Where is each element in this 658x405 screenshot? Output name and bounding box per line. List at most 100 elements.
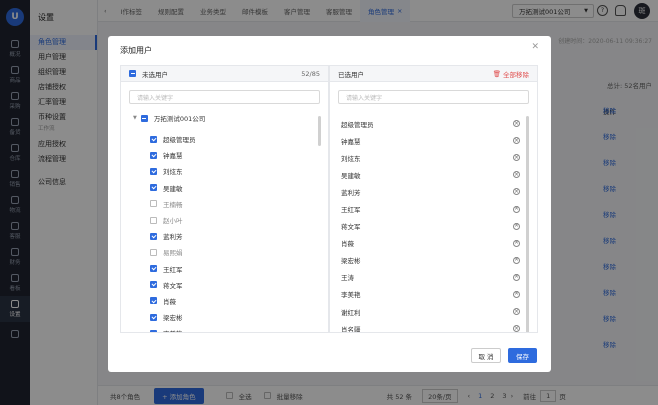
close-icon[interactable]: ✕	[531, 42, 539, 52]
unselected-user-row[interactable]: 王楠畅	[121, 196, 321, 212]
unselected-user-row[interactable]: 梁宏彬	[121, 309, 321, 325]
add-user-dialog: 添加用户 ✕ 未选用户 52/85 请输入关键字 ▼ 万拓测试001公司 超级管…	[108, 36, 551, 372]
company-checkbox[interactable]	[140, 114, 148, 122]
user-checkbox[interactable]	[150, 184, 157, 192]
user-name: 赵小叶	[163, 217, 183, 226]
selected-users-panel: 已选用户 🗑 全部移除 请输入关键字 超级管理员 × 钟嘉慧 × 刘炫东 × 吴建敏 × 蓝利芳…	[329, 65, 538, 333]
remove-user-icon[interactable]: ×	[513, 154, 520, 162]
user-name: 梁宏彬	[341, 257, 361, 266]
unselected-user-row[interactable]: 钟嘉慧	[121, 147, 321, 163]
save-button[interactable]: 保存	[508, 348, 537, 363]
user-name: 王楠畅	[163, 200, 183, 209]
left-search-input[interactable]: 请输入关键字	[129, 90, 320, 104]
user-name: 李美艳	[163, 328, 183, 332]
selected-user-row: 肖名疆 ×	[330, 320, 530, 333]
user-name: 肖薇	[341, 240, 354, 249]
unselected-user-row[interactable]: 易熙娟	[121, 244, 321, 260]
selected-user-row: 刘炫东 ×	[330, 149, 530, 166]
user-name: 蒋文军	[341, 223, 361, 232]
unselected-panel-header: 未选用户 52/85	[121, 66, 328, 82]
user-checkbox[interactable]	[150, 281, 157, 289]
remove-user-icon[interactable]: ×	[513, 290, 520, 298]
unselected-user-row[interactable]: 赵小叶	[121, 212, 321, 228]
unselected-user-row[interactable]: 吴建敏	[121, 180, 321, 196]
remove-user-icon[interactable]: ×	[513, 273, 520, 281]
company-label: 万拓测试001公司	[153, 115, 206, 123]
unselected-user-row[interactable]: 刘炫东	[121, 163, 321, 179]
selected-user-row: 肖薇 ×	[330, 235, 530, 252]
caret-down-icon[interactable]: ▼	[133, 115, 137, 121]
user-name: 谢红利	[341, 308, 361, 317]
selected-user-row: 王涛 ×	[330, 269, 530, 286]
user-name: 梁宏彬	[163, 314, 183, 323]
remove-user-icon[interactable]: ×	[513, 222, 520, 230]
left-scrollbar[interactable]	[318, 116, 321, 146]
user-name: 钟嘉慧	[341, 137, 361, 146]
right-scrollbar[interactable]	[526, 116, 529, 332]
selected-title: 已选用户	[338, 70, 364, 79]
user-checkbox[interactable]	[150, 265, 157, 273]
clear-all-label: 全部移除	[503, 70, 529, 79]
user-checkbox[interactable]	[150, 135, 157, 143]
unselected-title: 未选用户	[142, 70, 168, 79]
selected-panel-header: 已选用户 🗑 全部移除	[330, 66, 537, 82]
selected-user-row: 蓝利芳 ×	[330, 183, 530, 200]
trash-icon: 🗑	[492, 69, 501, 78]
user-name: 肖名疆	[341, 325, 361, 333]
remove-user-icon[interactable]: ×	[513, 188, 520, 196]
selected-user-row: 钟嘉慧 ×	[330, 132, 530, 149]
unselected-user-row[interactable]: 肖薇	[121, 293, 321, 309]
user-name: 吴建敏	[341, 171, 361, 180]
remove-user-icon[interactable]: ×	[513, 137, 520, 145]
remove-user-icon[interactable]: ×	[513, 239, 520, 247]
user-checkbox[interactable]	[150, 151, 157, 159]
selected-user-row: 谢红利 ×	[330, 303, 530, 320]
remove-user-icon[interactable]: ×	[513, 256, 520, 264]
remove-user-icon[interactable]: ×	[513, 171, 520, 179]
user-checkbox[interactable]	[150, 329, 157, 332]
unselected-user-row[interactable]: 李美艳	[121, 325, 321, 332]
user-checkbox[interactable]	[150, 313, 157, 321]
user-name: 王红军	[341, 206, 361, 215]
user-name: 刘炫东	[341, 154, 361, 163]
user-checkbox[interactable]	[150, 167, 157, 175]
user-name: 钟嘉慧	[163, 152, 183, 161]
selected-count: 52/85	[301, 69, 320, 78]
user-name: 王红军	[163, 265, 183, 274]
right-search-input[interactable]: 请输入关键字	[338, 90, 529, 104]
clear-all-button[interactable]: 🗑 全部移除	[493, 69, 529, 79]
user-name: 吴建敏	[163, 184, 183, 193]
user-name: 刘炫东	[163, 168, 183, 177]
select-all-unselected-checkbox[interactable]	[129, 70, 136, 77]
selected-user-row: 李美艳 ×	[330, 286, 530, 303]
user-name: 王涛	[341, 274, 354, 283]
user-checkbox[interactable]	[150, 216, 157, 224]
unselected-user-row[interactable]: 超级管理员	[121, 131, 321, 147]
user-checkbox[interactable]	[150, 297, 157, 305]
tree-root-company[interactable]: ▼ 万拓测试001公司	[121, 110, 328, 126]
user-name: 易熙娟	[163, 249, 183, 258]
user-checkbox[interactable]	[150, 248, 157, 256]
user-name: 蓝利芳	[341, 188, 361, 197]
selected-user-row: 超级管理员 ×	[330, 115, 530, 132]
remove-user-icon[interactable]: ×	[513, 325, 520, 332]
remove-user-icon[interactable]: ×	[513, 308, 520, 316]
user-name: 肖薇	[163, 297, 176, 306]
user-checkbox[interactable]	[150, 232, 157, 240]
user-name: 超级管理员	[341, 120, 374, 129]
user-name: 蒋文军	[163, 281, 183, 290]
remove-user-icon[interactable]: ×	[513, 120, 520, 128]
unselected-user-row[interactable]: 王红军	[121, 261, 321, 277]
user-name: 李美艳	[341, 291, 361, 300]
unselected-user-row[interactable]: 蓝利芳	[121, 228, 321, 244]
selected-user-row: 吴建敏 ×	[330, 166, 530, 183]
dialog-title: 添加用户	[120, 46, 152, 55]
cancel-button[interactable]: 取 消	[471, 348, 501, 363]
unselected-user-row[interactable]: 蒋文军	[121, 277, 321, 293]
selected-user-row: 梁宏彬 ×	[330, 252, 530, 269]
user-name: 蓝利芳	[163, 233, 183, 242]
selected-user-row: 蒋文军 ×	[330, 218, 530, 235]
user-checkbox[interactable]	[150, 200, 157, 208]
remove-user-icon[interactable]: ×	[513, 205, 520, 213]
user-name: 超级管理员	[163, 136, 196, 145]
